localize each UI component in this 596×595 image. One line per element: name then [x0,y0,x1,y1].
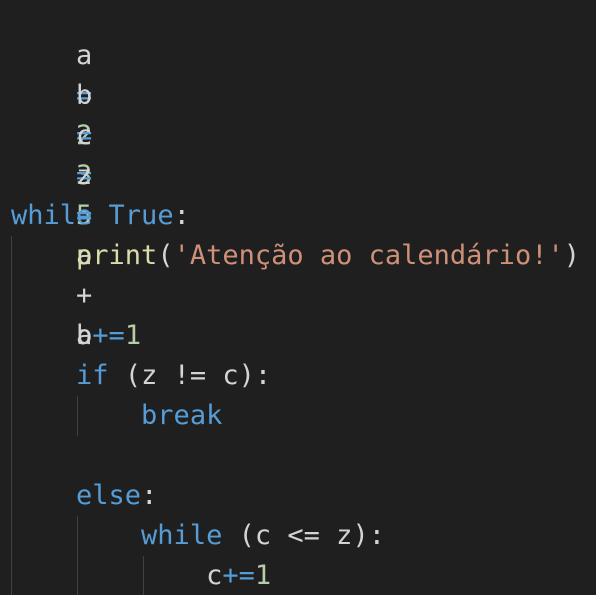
code-line-3: c = 5 [11,76,92,231]
token-colon: : [141,480,158,511]
token-number: 1 [254,560,272,591]
token-constant: True [108,200,174,231]
token-variable: a [76,320,93,351]
token-colon: : [254,360,272,391]
token-paren-close: ) [563,240,580,271]
token-keyword-break: break [141,400,223,431]
token-paren-close: ) [238,360,255,391]
token-paren-open: ( [124,360,142,391]
token-operator: != [173,360,207,391]
token-string: 'Atenção ao calendário!' [173,240,564,271]
code-line-13: else: [11,476,157,516]
code-line-10: if (z != c): [11,356,271,396]
token-operator: <= [287,520,320,551]
code-line-4: z = a + b [11,116,92,351]
code-line-9: a+=1 [11,316,141,356]
token-paren-open: ( [157,240,174,271]
code-line-6: while True: [11,196,190,236]
token-variable: z [336,520,353,551]
token-variable: c [206,560,223,591]
code-line-7: print('Atenção ao calendário!') [11,236,580,276]
code-line-11: break [11,396,222,436]
token-paren-open: ( [238,520,255,551]
token-variable: z [141,360,158,391]
token-operator: += [222,560,255,591]
token-function: print [76,240,158,271]
token-colon: : [368,520,385,551]
token-operator: += [92,320,125,351]
code-line-1: a = 2 [11,0,92,151]
token-variable: c [254,520,272,551]
token-keyword-while: while [141,520,223,551]
code-line-15: c+=1 [11,556,271,595]
token-keyword-else: else [76,480,142,511]
token-keyword-if: if [76,360,109,391]
token-variable: z [76,160,93,191]
token-paren-close: ) [352,520,369,551]
token-keyword-while: while [11,200,93,231]
token-variable: c [222,360,239,391]
token-colon: : [173,200,190,231]
token-operator-plus: + [76,280,93,311]
code-editor[interactable]: a = 2 b = 3 c = 5 z = a + b while True: … [0,0,596,595]
code-line-14: while (c <= z): [11,516,385,556]
token-number: 1 [124,320,142,351]
code-line-2: b = 3 [11,36,92,191]
